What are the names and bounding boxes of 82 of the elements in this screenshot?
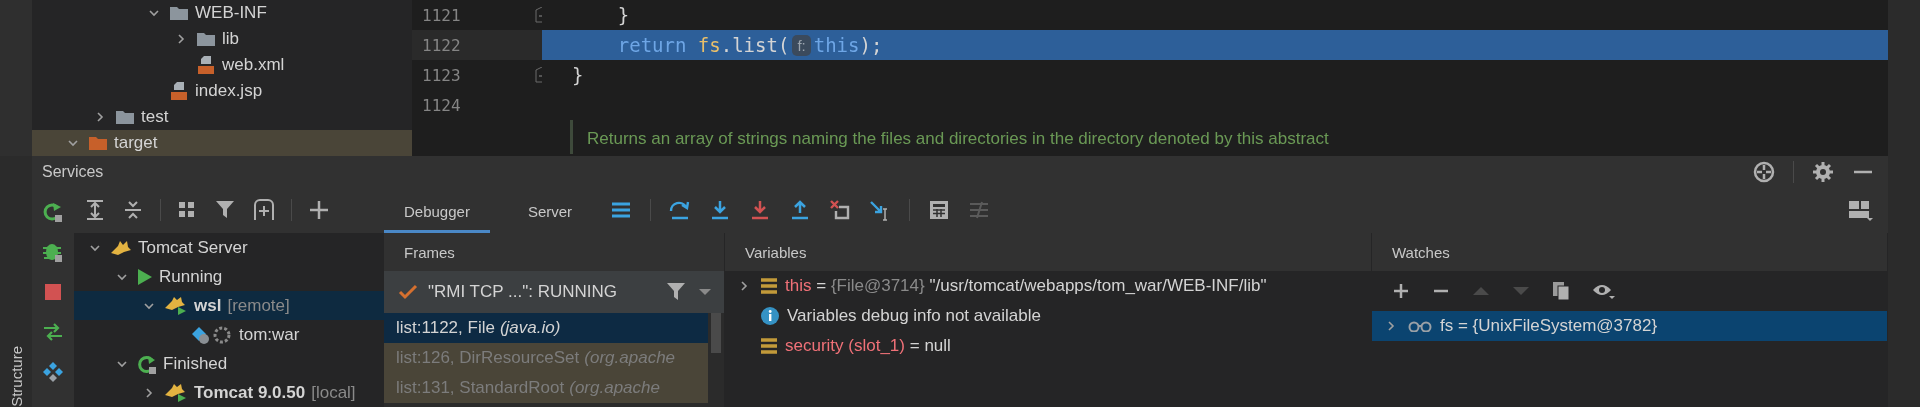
code-line: } <box>616 3 631 28</box>
line-number: 1122 <box>421 35 461 55</box>
layout-icon[interactable] <box>1848 199 1874 221</box>
field-icon <box>761 338 777 354</box>
service-name: Running <box>159 266 223 287</box>
line-number: 1121 <box>421 5 461 25</box>
dropdown-icon[interactable] <box>698 288 712 296</box>
panel-title: Variables <box>745 243 807 261</box>
field-icon <box>761 278 777 294</box>
service-tree-row[interactable]: wsl [remote] <box>74 291 384 320</box>
rerun-icon <box>137 353 157 374</box>
add-service-icon[interactable] <box>253 199 275 221</box>
step-over-icon[interactable] <box>669 199 692 221</box>
panel-title: Services <box>42 162 104 181</box>
service-tree-row[interactable]: tom:war <box>74 320 384 349</box>
chevron-icon[interactable] <box>175 33 187 45</box>
collapse-all-icon[interactable] <box>122 199 144 221</box>
plus-icon[interactable] <box>308 199 330 221</box>
side-tab[interactable]: Structure <box>7 340 25 407</box>
tree-item-label[interactable]: test <box>141 107 169 127</box>
variable-entry[interactable]: this = {File@3714} "/usr/tomcat/webapps/tom_war/WEB-INF/lib" <box>785 276 1267 296</box>
stop-icon[interactable] <box>42 281 64 303</box>
chevron-icon[interactable] <box>67 137 79 149</box>
scrollbar-thumb[interactable] <box>711 313 721 353</box>
variable-entry[interactable]: security (slot_1) = null <box>785 336 951 356</box>
plus-icon[interactable] <box>1392 282 1410 300</box>
rerun-icon[interactable] <box>42 201 64 223</box>
chevron-icon[interactable] <box>1385 320 1397 332</box>
tab[interactable]: Debugger <box>384 187 490 233</box>
panel-title: Watches <box>1392 243 1450 261</box>
service-tree-row[interactable]: Running <box>74 262 384 291</box>
chevron-icon[interactable] <box>148 7 160 19</box>
service-name: Finished <box>163 353 228 374</box>
folder-icon <box>115 109 135 125</box>
code-line: } <box>571 63 585 88</box>
filter-icon[interactable] <box>666 281 688 303</box>
diamond-grid-icon[interactable] <box>42 361 64 383</box>
stack-frame[interactable]: list:1122, File (java.io) <box>384 313 708 343</box>
watch-expression: fs = {UnixFileSystem@3782} <box>1440 316 1658 336</box>
expand-all-icon[interactable] <box>84 199 106 221</box>
service-tree-row[interactable]: Finished <box>74 349 384 378</box>
service-name: wsl <box>194 295 222 316</box>
line-number: 1124 <box>421 95 461 115</box>
eye-icon[interactable] <box>1592 282 1616 300</box>
check-icon <box>398 284 418 300</box>
chevron-icon[interactable] <box>94 111 106 123</box>
tree-item-label[interactable]: WEB-INF <box>195 3 267 23</box>
folder-icon <box>196 31 216 47</box>
copy-icon[interactable] <box>1552 281 1570 301</box>
panel-title: Frames <box>404 243 455 261</box>
tree-item-label[interactable]: index.jsp <box>195 81 263 101</box>
info-icon <box>761 307 779 325</box>
folder-icon <box>169 5 189 21</box>
deploy-arrows-icon[interactable] <box>42 321 64 343</box>
xml-file-icon <box>196 55 216 75</box>
bug-icon[interactable] <box>42 241 64 263</box>
service-tree-row[interactable]: Tomcat Server <box>74 233 384 262</box>
play-icon <box>137 267 153 286</box>
filter-icon[interactable] <box>215 199 237 221</box>
service-name: Tomcat 9.0.50 <box>194 382 306 403</box>
tab[interactable]: Server <box>507 187 593 233</box>
tree-item-label[interactable]: lib <box>222 29 239 49</box>
info-message: Variables debug info not available <box>787 306 1041 326</box>
tree-item-label[interactable]: web.xml <box>222 55 285 75</box>
service-tag: [local] <box>311 382 356 403</box>
watch-row[interactable]: fs = {UnixFileSystem@3782} <box>1372 311 1887 341</box>
calculator-icon[interactable] <box>928 199 951 221</box>
chevron-icon[interactable] <box>143 386 155 399</box>
jsp-file-icon <box>169 81 189 101</box>
glasses-icon <box>1408 320 1432 332</box>
tree-item-label[interactable]: target <box>114 133 158 153</box>
folder-icon <box>88 135 108 151</box>
service-tag: [remote] <box>227 295 290 316</box>
excluded-row-highlight[interactable]: target <box>32 130 412 156</box>
service-tree-row[interactable]: Tomcat 9.0.50 [local] <box>74 378 384 407</box>
chevron-icon[interactable] <box>738 280 750 292</box>
crosshair-icon[interactable] <box>1753 160 1775 183</box>
drop-frame-icon[interactable] <box>829 199 852 221</box>
line-number: 1123 <box>421 65 461 85</box>
service-name: Tomcat Server <box>138 237 248 258</box>
service-name: tom:war <box>239 324 300 345</box>
settings-icon[interactable] <box>1812 160 1834 183</box>
